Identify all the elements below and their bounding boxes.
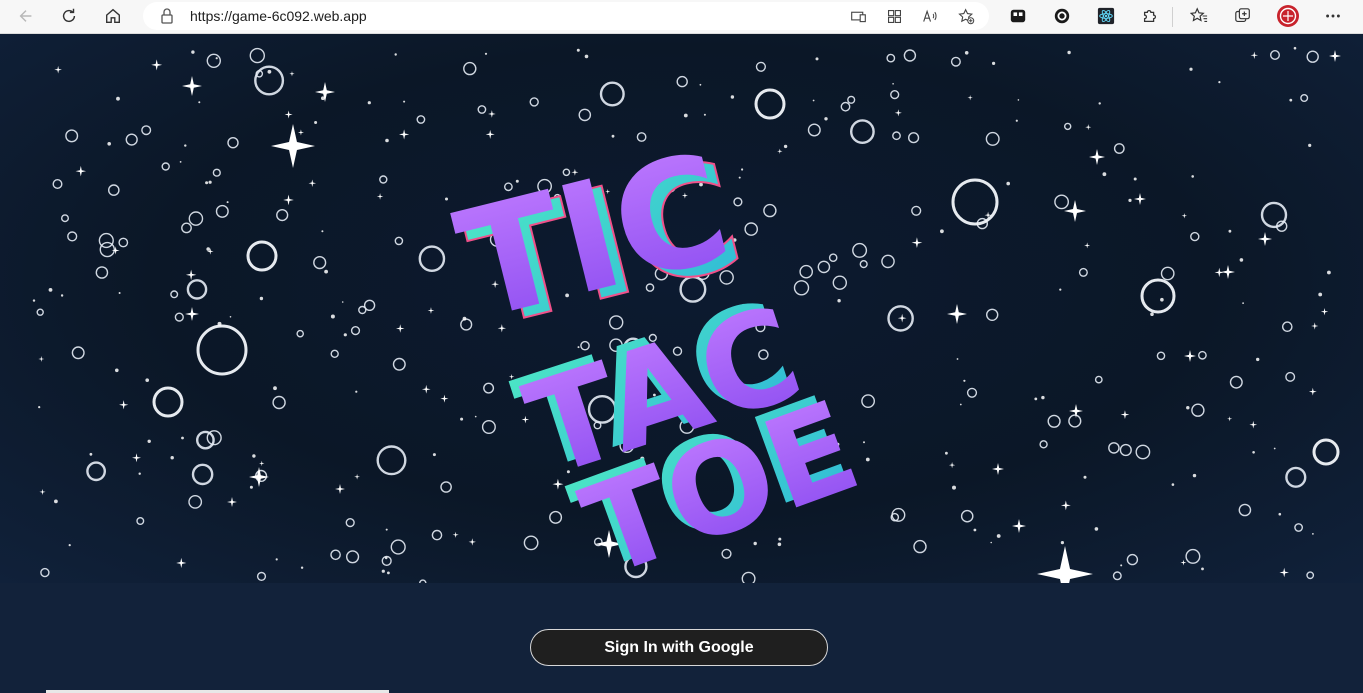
more-icon[interactable] [1321, 4, 1345, 28]
browser-toolbar: https://game-6c092.web.app [0, 0, 1363, 34]
favorites-icon[interactable] [1187, 4, 1211, 28]
puzzle-extensions-icon[interactable] [1138, 4, 1162, 28]
extension-a-icon[interactable] [1006, 4, 1030, 28]
back-icon[interactable] [12, 3, 40, 29]
react-devtools-icon[interactable] [1094, 4, 1118, 28]
refresh-icon[interactable] [55, 3, 83, 29]
title-logo: TIC TIC TAC TAC TOE TOE [443, 121, 876, 583]
device-icon[interactable] [848, 6, 868, 26]
lock-icon[interactable] [159, 7, 175, 25]
address-bar[interactable]: https://game-6c092.web.app [143, 2, 989, 30]
url-text[interactable]: https://game-6c092.web.app [190, 8, 367, 24]
home-icon[interactable] [99, 3, 127, 29]
favorite-add-icon[interactable] [956, 6, 976, 26]
collections-icon[interactable] [1231, 4, 1255, 28]
extension-b-icon[interactable] [1050, 4, 1074, 28]
sign-in-google-button[interactable]: Sign In with Google [530, 629, 828, 666]
game-title-scene: TIC TIC TAC TAC TOE TOE [0, 34, 1363, 583]
read-aloud-icon[interactable] [920, 6, 940, 26]
profile-icon[interactable] [1276, 4, 1300, 28]
toolbar-divider [1172, 7, 1173, 27]
apps-icon[interactable] [884, 6, 904, 26]
